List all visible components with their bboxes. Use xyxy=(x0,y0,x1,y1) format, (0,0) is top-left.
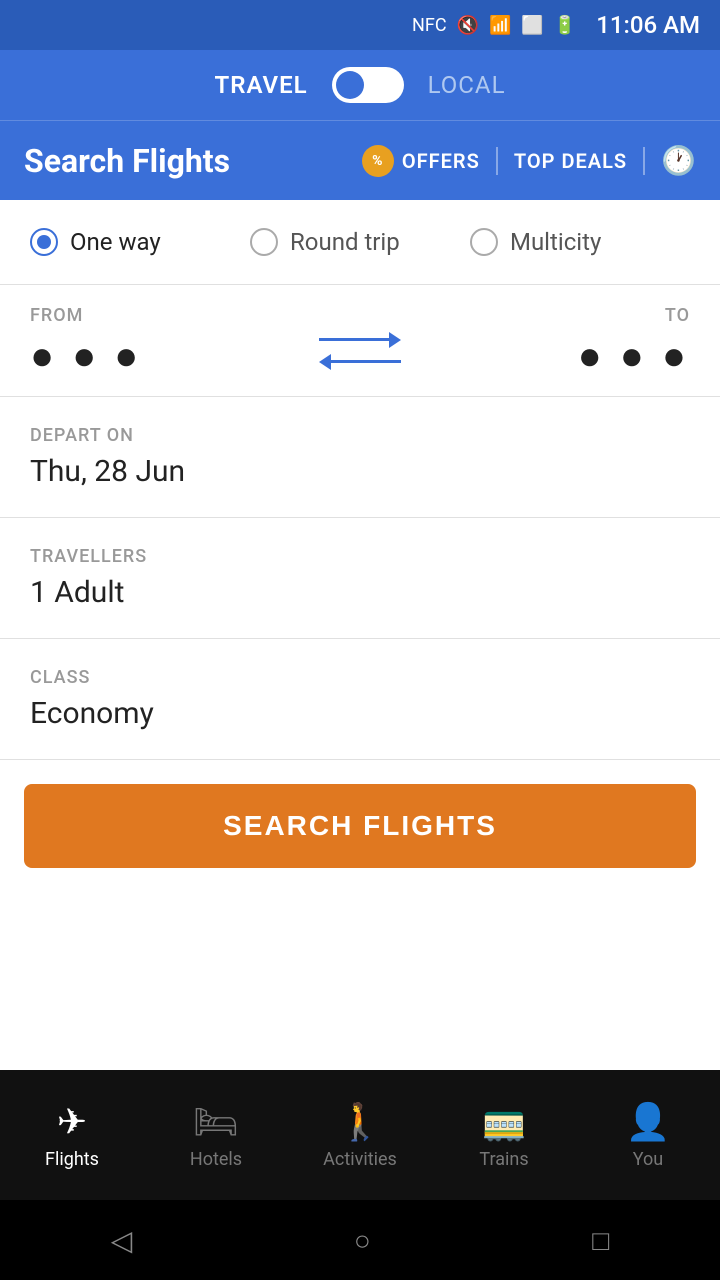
search-flights-button[interactable]: SEARCH FLIGHTS xyxy=(24,784,696,868)
multicity-label: Multicity xyxy=(510,228,601,256)
nav-item-trains[interactable]: 🚃 Trains xyxy=(432,1091,576,1180)
round-trip-radio[interactable] xyxy=(250,228,278,256)
history-icon[interactable]: 🕐 xyxy=(661,144,696,177)
bottom-nav: ✈ Flights 🛏 Hotels 🚶 Activities 🚃 Trains… xyxy=(0,1070,720,1200)
from-to-section: FROM ● ● ● TO ● ● ● xyxy=(0,285,720,397)
one-way-radio[interactable] xyxy=(30,228,58,256)
search-btn-section: SEARCH FLIGHTS xyxy=(0,760,720,892)
nfc-icon: NFC xyxy=(412,15,447,36)
arrow-left xyxy=(319,354,401,370)
android-nav: ◁ ○ □ xyxy=(0,1200,720,1280)
header-divider-2 xyxy=(643,147,645,175)
page-title: Search Flights xyxy=(24,142,362,180)
top-deals-button[interactable]: TOP DEALS xyxy=(514,149,627,173)
nav-item-you[interactable]: 👤 You xyxy=(576,1091,720,1180)
header-divider xyxy=(496,147,498,175)
home-button[interactable]: ○ xyxy=(354,1224,371,1257)
mode-bar: TRAVEL LOCAL xyxy=(0,50,720,120)
status-bar: NFC 🔇 📶 ⬜ 🔋 11:06 AM xyxy=(0,0,720,50)
nav-item-flights[interactable]: ✈ Flights xyxy=(0,1091,144,1180)
toggle-knob xyxy=(336,71,364,99)
activities-nav-label: Activities xyxy=(323,1149,397,1170)
depart-on-section[interactable]: DEPART ON Thu, 28 Jun xyxy=(0,397,720,518)
class-value: Economy xyxy=(30,696,690,731)
to-field[interactable]: TO ● ● ● xyxy=(421,305,690,376)
trains-nav-label: Trains xyxy=(479,1149,528,1170)
hotels-icon: 🛏 xyxy=(193,1101,239,1143)
multicity-option[interactable]: Multicity xyxy=(470,228,690,256)
from-label: FROM xyxy=(30,305,299,326)
recent-button[interactable]: □ xyxy=(592,1224,609,1257)
class-label: CLASS xyxy=(30,667,690,688)
status-time: 11:06 AM xyxy=(596,11,700,39)
depart-on-value: Thu, 28 Jun xyxy=(30,454,690,489)
header-actions: % OFFERS TOP DEALS 🕐 xyxy=(362,144,696,177)
offers-icon: % xyxy=(362,145,394,177)
trip-type-section: One way Round trip Multicity xyxy=(0,200,720,285)
multicity-radio[interactable] xyxy=(470,228,498,256)
to-label: TO xyxy=(421,305,690,326)
wifi-icon: 📶 xyxy=(489,15,511,36)
flights-nav-label: Flights xyxy=(45,1149,99,1170)
main-content: One way Round trip Multicity FROM ● ● ● xyxy=(0,200,720,1070)
trains-icon: 🚃 xyxy=(482,1101,527,1143)
travellers-section[interactable]: TRAVELLERS 1 Adult xyxy=(0,518,720,639)
swap-icon[interactable] xyxy=(319,312,401,370)
status-icons: NFC 🔇 📶 ⬜ 🔋 xyxy=(412,15,576,36)
nav-item-hotels[interactable]: 🛏 Hotels xyxy=(144,1091,288,1180)
mode-toggle[interactable] xyxy=(332,67,404,103)
round-trip-label: Round trip xyxy=(290,228,400,256)
one-way-radio-inner xyxy=(37,235,51,249)
back-button[interactable]: ◁ xyxy=(111,1224,133,1257)
one-way-option[interactable]: One way xyxy=(30,228,250,256)
activities-icon: 🚶 xyxy=(338,1101,383,1143)
local-mode-label[interactable]: LOCAL xyxy=(428,71,506,99)
hotels-nav-label: Hotels xyxy=(190,1149,242,1170)
arrow-right xyxy=(319,332,401,348)
from-field[interactable]: FROM ● ● ● xyxy=(30,305,299,376)
round-trip-option[interactable]: Round trip xyxy=(250,228,470,256)
class-section[interactable]: CLASS Economy xyxy=(0,639,720,760)
battery-icon: 🔋 xyxy=(554,15,576,36)
you-nav-label: You xyxy=(633,1149,663,1170)
you-icon: 👤 xyxy=(626,1101,671,1143)
to-value: ● ● ● xyxy=(421,336,690,376)
travellers-value: 1 Adult xyxy=(30,575,690,610)
header: Search Flights % OFFERS TOP DEALS 🕐 xyxy=(0,120,720,200)
nav-item-activities[interactable]: 🚶 Activities xyxy=(288,1091,432,1180)
mute-icon: 🔇 xyxy=(457,15,479,36)
offers-button[interactable]: % OFFERS xyxy=(362,145,480,177)
travel-mode-label[interactable]: TRAVEL xyxy=(214,71,307,99)
offers-label: OFFERS xyxy=(402,149,480,173)
flights-icon: ✈ xyxy=(57,1101,87,1143)
from-value: ● ● ● xyxy=(30,336,299,376)
depart-on-label: DEPART ON xyxy=(30,425,690,446)
travellers-label: TRAVELLERS xyxy=(30,546,690,567)
one-way-label: One way xyxy=(70,228,161,256)
battery-saver-icon: ⬜ xyxy=(521,15,543,36)
